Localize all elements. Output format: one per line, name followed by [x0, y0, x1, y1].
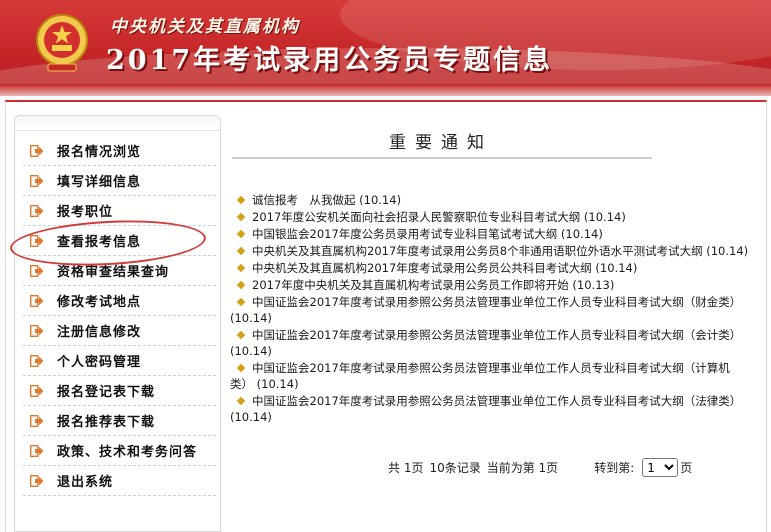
sidebar-item-fill-details[interactable]: 填写详细信息 — [23, 166, 216, 196]
sidebar-item-label: 报名推荐表下载 — [57, 415, 156, 430]
list-item: 诚信报考 从我做起 (10.14) — [230, 192, 750, 208]
news-link[interactable]: 中国银监会2017年度公务员录用考试专业科目笔试考试大纲 — [252, 227, 557, 241]
sidebar-item-label: 注册信息修改 — [57, 325, 142, 340]
sidebar-item-label: 报名登记表下载 — [57, 385, 156, 400]
pagination: 共 1页 10条记录 当前为第 1页 转到第: 1 页 — [388, 458, 698, 477]
sidebar-item-download-recommendation-form[interactable]: 报名推荐表下载 — [23, 406, 216, 436]
diamond-bullet-icon — [236, 195, 246, 205]
news-link[interactable]: 诚信报考 从我做起 — [252, 193, 356, 207]
goto-suffix: 页 — [680, 461, 693, 475]
arrow-icon — [30, 414, 44, 427]
arrow-icon — [30, 174, 44, 187]
sidebar-item-view-application[interactable]: 查看报考信息 — [23, 226, 216, 256]
list-item: 中国银监会2017年度公务员录用考试专业科目笔试考试大纲 (10.14) — [230, 226, 750, 242]
sidebar-item-label: 报考职位 — [57, 205, 114, 220]
news-link[interactable]: 2017年度公安机关面向社会招录人民警察职位专业科目考试大纲 — [252, 210, 580, 224]
diamond-bullet-icon — [236, 229, 246, 239]
list-item: 2017年度中央机关及其直属机构考试录用公务员工作即将开始 (10.13) — [230, 277, 750, 293]
header-subtitle: 中央机关及其直属机构 — [110, 17, 300, 37]
list-item: 中国证监会2017年度考试录用参照公务员法管理事业单位工作人员专业科目考试大纲（… — [230, 360, 750, 392]
list-item: 中国证监会2017年度考试录用参照公务员法管理事业单位工作人员专业科目考试大纲（… — [230, 327, 750, 359]
sidebar-item-qualification-result[interactable]: 资格审查结果查询 — [23, 256, 216, 286]
diamond-bullet-icon — [236, 212, 246, 222]
arrow-icon — [30, 264, 44, 277]
sidebar-item-faq[interactable]: 政策、技术和考务问答 — [23, 436, 216, 466]
sidebar-item-label: 修改考试地点 — [57, 295, 142, 310]
sidebar-item-label: 查看报考信息 — [57, 235, 142, 250]
list-item: 中央机关及其直属机构2017年度考试录用公务员公共科目考试大纲 (10.14) — [230, 260, 750, 276]
news-date: (10.14) — [230, 410, 272, 424]
news-date: (10.14) — [583, 210, 626, 224]
current-page: 当前为第 1页 — [486, 461, 559, 475]
sidebar-item-edit-registration[interactable]: 注册信息修改 — [23, 316, 216, 346]
news-date: (10.14) — [595, 261, 638, 275]
divider — [232, 157, 652, 159]
sidebar-menu: 报名情况浏览 填写详细信息 报考职位 查看报考信息 资格审查结果查询 修改考试地… — [15, 136, 220, 496]
national-emblem-icon — [36, 14, 88, 72]
arrow-icon — [30, 354, 44, 367]
header-title: 2017年考试录用公务员专题信息 — [106, 45, 554, 76]
sidebar-item-apply-position[interactable]: 报考职位 — [23, 196, 216, 226]
news-link[interactable]: 中央机关及其直属机构2017年度考试录用公务员8个非通用语职位外语水平测试考试大… — [252, 244, 703, 258]
arrow-icon — [30, 234, 44, 247]
sidebar-header — [15, 116, 220, 131]
arrow-icon — [30, 204, 44, 217]
arrow-icon — [30, 384, 44, 397]
sidebar-item-label: 政策、技术和考务问答 — [57, 445, 198, 460]
sidebar: 报名情况浏览 填写详细信息 报考职位 查看报考信息 资格审查结果查询 修改考试地… — [14, 115, 221, 532]
news-date: (10.14) — [359, 193, 402, 207]
news-date: (10.14) — [706, 244, 749, 258]
notice-title: 重要通知 — [389, 133, 493, 153]
diamond-bullet-icon — [236, 396, 246, 406]
diamond-bullet-icon — [236, 263, 246, 273]
arrow-icon — [30, 474, 44, 487]
total-records: 10条记录 — [429, 461, 481, 475]
news-date: (10.14) — [230, 344, 272, 358]
diamond-bullet-icon — [236, 363, 246, 373]
sidebar-item-logout[interactable]: 退出系统 — [23, 466, 216, 496]
news-list: 诚信报考 从我做起 (10.14) 2017年度公安机关面向社会招录人民警察职位… — [230, 192, 750, 426]
goto-page-select[interactable]: 1 — [642, 458, 679, 477]
main-content: 重要通知 诚信报考 从我做起 (10.14) 2017年度公安机关面向社会招录人… — [230, 115, 760, 530]
list-item: 中国证监会2017年度考试录用参照公务员法管理事业单位工作人员专业科目考试大纲（… — [230, 294, 750, 326]
sidebar-item-registration-overview[interactable]: 报名情况浏览 — [23, 136, 216, 166]
list-item: 中国证监会2017年度考试录用参照公务员法管理事业单位工作人员专业科目考试大纲（… — [230, 393, 750, 425]
diamond-bullet-icon — [236, 246, 246, 256]
sidebar-item-label: 报名情况浏览 — [57, 145, 142, 160]
arrow-icon — [30, 324, 44, 337]
goto-label: 转到第: — [594, 461, 635, 475]
banner-shade — [0, 84, 771, 96]
diamond-bullet-icon — [236, 280, 246, 290]
news-link[interactable]: 中国证监会2017年度考试录用参照公务员法管理事业单位工作人员专业科目考试大纲（… — [252, 394, 741, 408]
sidebar-item-password-management[interactable]: 个人密码管理 — [23, 346, 216, 376]
sidebar-item-label: 资格审查结果查询 — [57, 265, 170, 280]
list-item: 中央机关及其直属机构2017年度考试录用公务员8个非通用语职位外语水平测试考试大… — [230, 243, 750, 259]
sidebar-item-download-registration-form[interactable]: 报名登记表下载 — [23, 376, 216, 406]
news-link[interactable]: 中央机关及其直属机构2017年度考试录用公务员公共科目考试大纲 — [252, 261, 592, 275]
list-item: 2017年度公安机关面向社会招录人民警察职位专业科目考试大纲 (10.14) — [230, 209, 750, 225]
arrow-icon — [30, 144, 44, 157]
header-banner: 中央机关及其直属机构 2017年考试录用公务员专题信息 — [0, 0, 771, 96]
news-link[interactable]: 中国证监会2017年度考试录用参照公务员法管理事业单位工作人员专业科目考试大纲（… — [252, 328, 741, 342]
total-pages: 共 1页 — [388, 461, 424, 475]
arrow-icon — [30, 294, 44, 307]
news-link[interactable]: 中国证监会2017年度考试录用参照公务员法管理事业单位工作人员专业科目考试大纲（… — [252, 295, 741, 309]
sidebar-item-label: 填写详细信息 — [57, 175, 142, 190]
sidebar-item-label: 个人密码管理 — [57, 355, 142, 370]
diamond-bullet-icon — [236, 330, 246, 340]
sidebar-item-change-exam-location[interactable]: 修改考试地点 — [23, 286, 216, 316]
news-date: (10.14) — [256, 377, 299, 391]
arrow-icon — [30, 444, 44, 457]
news-date: (10.14) — [560, 227, 603, 241]
news-link[interactable]: 中国证监会2017年度考试录用参照公务员法管理事业单位工作人员专业科目考试大纲（… — [230, 361, 730, 391]
news-date: (10.13) — [572, 278, 615, 292]
diamond-bullet-icon — [236, 297, 246, 307]
news-date: (10.14) — [230, 311, 272, 325]
sidebar-item-label: 退出系统 — [57, 475, 114, 490]
news-link[interactable]: 2017年度中央机关及其直属机构考试录用公务员工作即将开始 — [252, 278, 569, 292]
